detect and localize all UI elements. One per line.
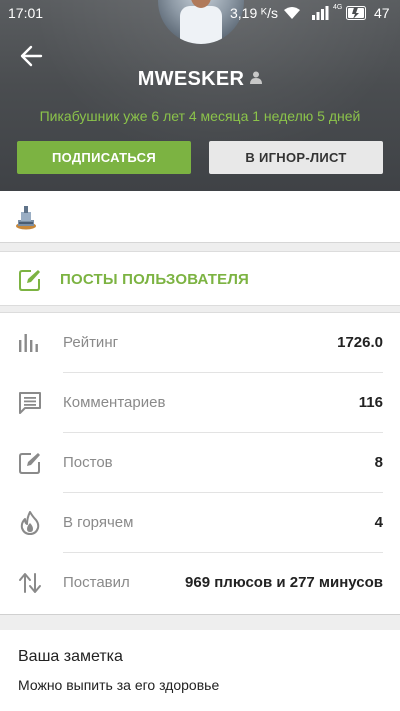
stat-value: 1726.0 — [337, 334, 383, 351]
user-posts-link[interactable]: ПОСТЫ ПОЛЬЗОВАТЕЛЯ — [0, 251, 400, 306]
edit-icon — [19, 453, 40, 474]
battery-icon — [346, 6, 366, 20]
flame-icon — [20, 511, 40, 535]
comment-icon — [19, 392, 41, 414]
network-speed: 3,19 ᴷ/s — [230, 5, 278, 21]
network-type: 4G — [333, 4, 343, 11]
note-text: Можно выпить за его здоровье — [18, 677, 220, 693]
tenure-text: Пикабушник уже 6 лет 4 месяца 1 неделю 5… — [39, 108, 361, 124]
stat-label: В горячем — [63, 514, 134, 531]
stat-row-hot: В горячем 4 — [0, 493, 400, 553]
stat-value: 969 плюсов и 277 минусов — [185, 574, 383, 591]
awards-bar — [0, 191, 400, 243]
profile-header: 17:01 3,19 ᴷ/s 4G 47 MWESKER Пикабушник … — [0, 0, 400, 191]
stat-row-posts: Постов 8 — [0, 433, 400, 493]
subscribe-button[interactable]: ПОДПИСАТЬСЯ — [17, 141, 191, 174]
stats-list: Рейтинг 1726.0 Комментариев 116 Постов 8… — [0, 312, 400, 615]
stat-row-comments: Комментариев 116 — [0, 373, 400, 433]
stat-label: Рейтинг — [63, 334, 119, 351]
edit-icon — [19, 270, 40, 291]
ignore-list-button[interactable]: В ИГНОР-ЛИСТ — [209, 141, 383, 174]
stat-row-votes: Поставил 969 плюсов и 277 минусов — [0, 553, 400, 613]
stat-label: Поставил — [63, 574, 130, 591]
username-text: MWESKER — [137, 68, 245, 90]
stat-row-rating: Рейтинг 1726.0 — [0, 313, 400, 373]
stat-label: Комментариев — [63, 394, 166, 411]
user-icon — [250, 71, 263, 84]
note-title: Ваша заметка — [18, 648, 123, 665]
user-note[interactable]: Ваша заметка Можно выпить за его здоровь… — [0, 630, 400, 711]
stat-value: 116 — [358, 394, 383, 411]
stat-label: Постов — [63, 454, 113, 471]
username: MWESKER — [0, 68, 400, 91]
signal-icon — [312, 6, 329, 20]
award-icon[interactable] — [15, 204, 37, 230]
back-arrow-icon[interactable] — [18, 44, 44, 68]
stat-value: 8 — [374, 454, 383, 471]
wifi-icon — [284, 7, 300, 19]
sort-arrows-icon — [19, 573, 41, 593]
battery-level: 47 — [374, 5, 390, 21]
user-posts-label: ПОСТЫ ПОЛЬЗОВАТЕЛЯ — [60, 271, 250, 288]
status-time: 17:01 — [8, 5, 44, 21]
status-bar: 17:01 3,19 ᴷ/s 4G 47 — [0, 0, 400, 26]
stat-value: 4 — [374, 514, 383, 531]
bar-chart-icon — [19, 334, 38, 352]
